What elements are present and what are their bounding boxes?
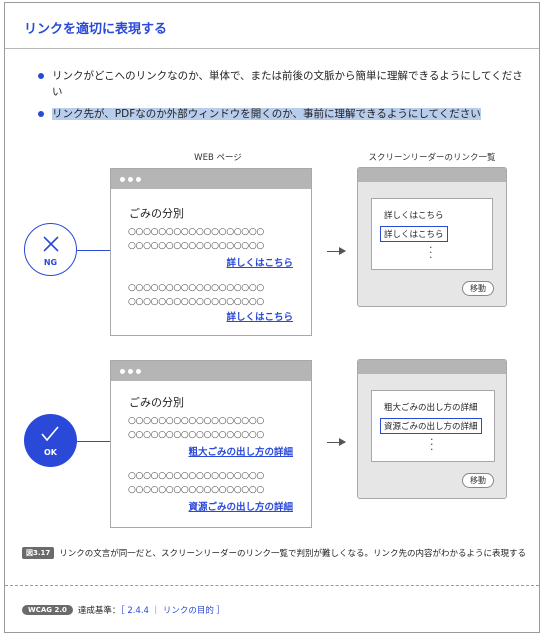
checkmark-icon bbox=[41, 426, 59, 442]
wcag-tag: WCAG 2.0 bbox=[22, 605, 73, 615]
figure-caption: 図3.17 リンクの文言が同一だと、スクリーンリーダーのリンク一覧で判別が難しくな… bbox=[22, 547, 526, 559]
ok-link-2[interactable]: 資源ごみの出し方の詳細 bbox=[188, 499, 293, 513]
ng-sr-item-2-selected[interactable]: 詳しくはこちら bbox=[380, 226, 448, 242]
ok-page-heading: ごみの分別 bbox=[129, 396, 184, 409]
ng-link-2[interactable]: 詳しくはこちら bbox=[226, 309, 293, 323]
ok-link-1[interactable]: 粗大ごみの出し方の詳細 bbox=[188, 444, 293, 458]
ng-screen-reader-window: 詳しくはこちら 詳しくはこちら · · · 移動 bbox=[357, 167, 507, 307]
figure-caption-text: リンクの文言が同一だと、スクリーンリーダーのリンク一覧で判別が難しくなる。リンク… bbox=[59, 549, 527, 559]
bullet-icon bbox=[38, 73, 44, 79]
title-divider bbox=[5, 48, 539, 49]
guideline-item: リンク先が、PDFなのか外部ウィンドウを開くのか、事前に理解できるようにしてくだ… bbox=[38, 106, 524, 122]
window-titlebar bbox=[358, 360, 506, 374]
ok-link-list: 粗大ごみの出し方の詳細 資源ごみの出し方の詳細 · · · bbox=[371, 390, 495, 462]
success-criterion-link[interactable]: ［ 2.4.4 ｜ リンクの目的 ］ bbox=[120, 606, 225, 616]
more-icon: · · · bbox=[430, 433, 434, 456]
page-title: リンクを適切に表現する bbox=[24, 22, 168, 37]
screen-reader-caption: スクリーンリーダーのリンク一覧 bbox=[368, 153, 496, 163]
ng-move-button[interactable]: 移動 bbox=[462, 281, 494, 296]
ok-web-page-window: ごみの分別 ○○○○○○○○○○○○○○○○○○ ○○○○○○○○○○○○○○○○… bbox=[110, 360, 312, 528]
ng-web-page-window: ごみの分別 ○○○○○○○○○○○○○○○○○○ ○○○○○○○○○○○○○○○○… bbox=[110, 168, 312, 336]
guideline-text-highlighted: リンク先が、PDFなのか外部ウィンドウを開くのか、事前に理解できるようにしてくだ… bbox=[52, 108, 481, 120]
window-titlebar bbox=[111, 169, 311, 189]
guideline-list: リンクがどこへのリンクなのか、単体で、または前後の文脈から簡単に理解できるように… bbox=[38, 68, 524, 128]
cross-icon bbox=[43, 236, 59, 252]
ok-badge: OK bbox=[24, 414, 77, 467]
placeholder-text: ○○○○○○○○○○○○○○○○○○ ○○○○○○○○○○○○○○○○○○ bbox=[128, 471, 264, 495]
window-titlebar bbox=[111, 361, 311, 381]
ok-sr-item-2-selected[interactable]: 資源ごみの出し方の詳細 bbox=[380, 418, 482, 434]
footer-label: 達成基準： bbox=[77, 606, 121, 616]
guideline-text: リンクがどこへのリンクなのか、単体で、または前後の文脈から簡単に理解できるように… bbox=[52, 70, 523, 98]
ng-connector bbox=[77, 250, 110, 251]
ok-label: OK bbox=[44, 448, 57, 457]
ng-sr-item-1[interactable]: 詳しくはこちら bbox=[384, 209, 444, 221]
placeholder-text: ○○○○○○○○○○○○○○○○○○ ○○○○○○○○○○○○○○○○○○ bbox=[128, 416, 264, 440]
window-titlebar bbox=[358, 168, 506, 182]
placeholder-text: ○○○○○○○○○○○○○○○○○○ ○○○○○○○○○○○○○○○○○○ bbox=[128, 283, 264, 307]
ok-sr-item-1[interactable]: 粗大ごみの出し方の詳細 bbox=[384, 401, 478, 413]
bullet-icon bbox=[38, 111, 44, 117]
dashed-divider bbox=[5, 585, 539, 586]
ng-arrow bbox=[327, 247, 346, 255]
ng-page-heading: ごみの分別 bbox=[129, 207, 184, 220]
ng-link-list: 詳しくはこちら 詳しくはこちら · · · bbox=[371, 198, 493, 270]
more-icon: · · · bbox=[429, 241, 433, 264]
ok-screen-reader-window: 粗大ごみの出し方の詳細 資源ごみの出し方の詳細 · · · 移動 bbox=[357, 359, 507, 499]
web-page-caption: WEB ページ bbox=[194, 153, 242, 163]
ok-move-button[interactable]: 移動 bbox=[462, 473, 494, 488]
ng-link-1[interactable]: 詳しくはこちら bbox=[226, 255, 293, 269]
ok-connector bbox=[77, 441, 110, 442]
guideline-item: リンクがどこへのリンクなのか、単体で、または前後の文脈から簡単に理解できるように… bbox=[38, 68, 524, 100]
ng-label: NG bbox=[43, 258, 58, 267]
placeholder-text: ○○○○○○○○○○○○○○○○○○ ○○○○○○○○○○○○○○○○○○ bbox=[128, 227, 264, 251]
ng-badge: NG bbox=[24, 223, 77, 276]
figure-tag: 図3.17 bbox=[22, 547, 55, 559]
ok-arrow bbox=[327, 438, 346, 446]
footer: WCAG 2.0 達成基準：［ 2.4.4 ｜ リンクの目的 ］ bbox=[22, 604, 225, 616]
